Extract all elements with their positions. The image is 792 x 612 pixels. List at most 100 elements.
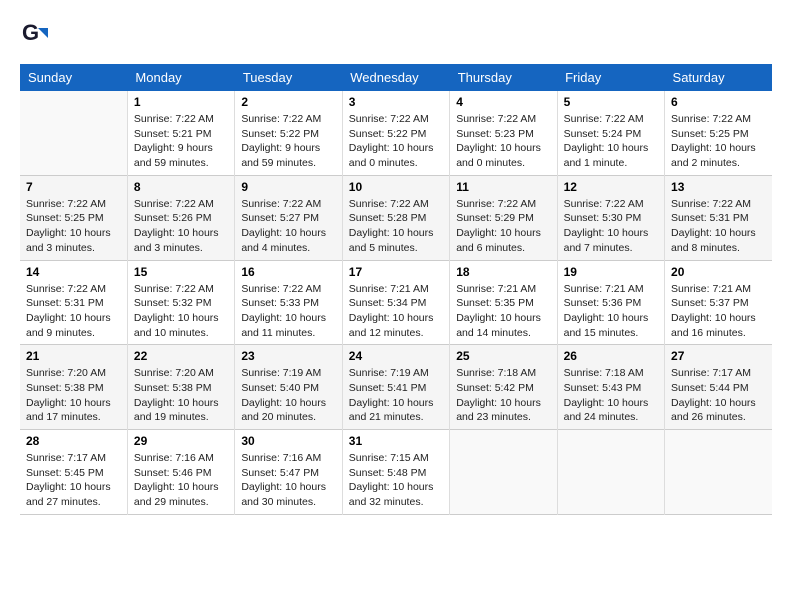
calendar-week-row: 21 Sunrise: 7:20 AMSunset: 5:38 PMDayligh…: [20, 345, 772, 430]
day-number: 2: [241, 95, 335, 109]
day-number: 11: [456, 180, 550, 194]
day-info: Sunrise: 7:22 AMSunset: 5:31 PMDaylight:…: [671, 197, 766, 256]
calendar-cell: 29 Sunrise: 7:16 AMSunset: 5:46 PMDayligh…: [127, 430, 234, 515]
calendar-table: SundayMondayTuesdayWednesdayThursdayFrid…: [20, 64, 772, 515]
weekday-header-saturday: Saturday: [665, 64, 772, 91]
day-number: 21: [26, 349, 121, 363]
calendar-cell: 24 Sunrise: 7:19 AMSunset: 5:41 PMDayligh…: [342, 345, 449, 430]
calendar-cell: [665, 430, 772, 515]
calendar-cell: 15 Sunrise: 7:22 AMSunset: 5:32 PMDayligh…: [127, 260, 234, 345]
day-info: Sunrise: 7:15 AMSunset: 5:48 PMDaylight:…: [349, 451, 443, 510]
day-number: 5: [564, 95, 658, 109]
calendar-week-row: 7 Sunrise: 7:22 AMSunset: 5:25 PMDaylight…: [20, 175, 772, 260]
calendar-cell: 13 Sunrise: 7:22 AMSunset: 5:31 PMDayligh…: [665, 175, 772, 260]
day-number: 12: [564, 180, 658, 194]
calendar-header: SundayMondayTuesdayWednesdayThursdayFrid…: [20, 64, 772, 91]
day-info: Sunrise: 7:22 AMSunset: 5:26 PMDaylight:…: [134, 197, 228, 256]
calendar-cell: 22 Sunrise: 7:20 AMSunset: 5:38 PMDayligh…: [127, 345, 234, 430]
weekday-header-thursday: Thursday: [450, 64, 557, 91]
day-number: 26: [564, 349, 658, 363]
calendar-cell: 18 Sunrise: 7:21 AMSunset: 5:35 PMDayligh…: [450, 260, 557, 345]
day-info: Sunrise: 7:21 AMSunset: 5:37 PMDaylight:…: [671, 282, 766, 341]
logo-icon: G: [20, 20, 48, 48]
day-number: 22: [134, 349, 228, 363]
day-info: Sunrise: 7:22 AMSunset: 5:32 PMDaylight:…: [134, 282, 228, 341]
day-info: Sunrise: 7:22 AMSunset: 5:29 PMDaylight:…: [456, 197, 550, 256]
day-info: Sunrise: 7:16 AMSunset: 5:46 PMDaylight:…: [134, 451, 228, 510]
day-info: Sunrise: 7:22 AMSunset: 5:25 PMDaylight:…: [26, 197, 121, 256]
day-number: 29: [134, 434, 228, 448]
calendar-cell: 5 Sunrise: 7:22 AMSunset: 5:24 PMDaylight…: [557, 91, 664, 175]
calendar-cell: 7 Sunrise: 7:22 AMSunset: 5:25 PMDaylight…: [20, 175, 127, 260]
day-info: Sunrise: 7:21 AMSunset: 5:34 PMDaylight:…: [349, 282, 443, 341]
calendar-cell: 19 Sunrise: 7:21 AMSunset: 5:36 PMDayligh…: [557, 260, 664, 345]
day-number: 30: [241, 434, 335, 448]
day-info: Sunrise: 7:22 AMSunset: 5:24 PMDaylight:…: [564, 112, 658, 171]
calendar-cell: 11 Sunrise: 7:22 AMSunset: 5:29 PMDayligh…: [450, 175, 557, 260]
day-number: 17: [349, 265, 443, 279]
weekday-header-friday: Friday: [557, 64, 664, 91]
day-info: Sunrise: 7:22 AMSunset: 5:30 PMDaylight:…: [564, 197, 658, 256]
day-info: Sunrise: 7:21 AMSunset: 5:35 PMDaylight:…: [456, 282, 550, 341]
day-number: 6: [671, 95, 766, 109]
calendar-cell: 28Sunrise: 7:17 AMSunset: 5:45 PMDayligh…: [20, 430, 127, 515]
weekday-header-tuesday: Tuesday: [235, 64, 342, 91]
day-number: 20: [671, 265, 766, 279]
page-header: G: [20, 20, 772, 48]
weekday-header-row: SundayMondayTuesdayWednesdayThursdayFrid…: [20, 64, 772, 91]
day-info: Sunrise: 7:22 AMSunset: 5:27 PMDaylight:…: [241, 197, 335, 256]
calendar-cell: 30Sunrise: 7:16 AMSunset: 5:47 PMDayligh…: [235, 430, 342, 515]
calendar-cell: 31 Sunrise: 7:15 AMSunset: 5:48 PMDayligh…: [342, 430, 449, 515]
day-info: Sunrise: 7:17 AMSunset: 5:44 PMDaylight:…: [671, 366, 766, 425]
day-number: 4: [456, 95, 550, 109]
day-info: Sunrise: 7:19 AMSunset: 5:41 PMDaylight:…: [349, 366, 443, 425]
calendar-cell: 21 Sunrise: 7:20 AMSunset: 5:38 PMDayligh…: [20, 345, 127, 430]
calendar-cell: 14 Sunrise: 7:22 AMSunset: 5:31 PMDayligh…: [20, 260, 127, 345]
day-number: 7: [26, 180, 121, 194]
day-number: 31: [349, 434, 443, 448]
day-number: 23: [241, 349, 335, 363]
day-info: Sunrise: 7:22 AMSunset: 5:23 PMDaylight:…: [456, 112, 550, 171]
calendar-cell: [557, 430, 664, 515]
calendar-cell: 2 Sunrise: 7:22 AMSunset: 5:22 PMDaylight…: [235, 91, 342, 175]
day-info: Sunrise: 7:22 AMSunset: 5:22 PMDaylight:…: [241, 112, 335, 171]
day-number: 18: [456, 265, 550, 279]
day-info: Sunrise: 7:18 AMSunset: 5:43 PMDaylight:…: [564, 366, 658, 425]
day-info: Sunrise: 7:22 AMSunset: 5:31 PMDaylight:…: [26, 282, 121, 341]
day-number: 15: [134, 265, 228, 279]
day-info: Sunrise: 7:19 AMSunset: 5:40 PMDaylight:…: [241, 366, 335, 425]
calendar-cell: 27Sunrise: 7:17 AMSunset: 5:44 PMDayligh…: [665, 345, 772, 430]
calendar-body: 1Sunrise: 7:22 AMSunset: 5:21 PMDaylight…: [20, 91, 772, 514]
day-info: Sunrise: 7:22 AMSunset: 5:22 PMDaylight:…: [349, 112, 443, 171]
svg-text:G: G: [22, 20, 39, 45]
day-number: 1: [134, 95, 228, 109]
calendar-cell: 8Sunrise: 7:22 AMSunset: 5:26 PMDaylight…: [127, 175, 234, 260]
day-number: 24: [349, 349, 443, 363]
day-info: Sunrise: 7:20 AMSunset: 5:38 PMDaylight:…: [134, 366, 228, 425]
weekday-header-monday: Monday: [127, 64, 234, 91]
day-number: 9: [241, 180, 335, 194]
calendar-week-row: 28Sunrise: 7:17 AMSunset: 5:45 PMDayligh…: [20, 430, 772, 515]
day-number: 19: [564, 265, 658, 279]
day-info: Sunrise: 7:22 AMSunset: 5:28 PMDaylight:…: [349, 197, 443, 256]
calendar-cell: 17 Sunrise: 7:21 AMSunset: 5:34 PMDayligh…: [342, 260, 449, 345]
calendar-cell: 23 Sunrise: 7:19 AMSunset: 5:40 PMDayligh…: [235, 345, 342, 430]
calendar-week-row: 1Sunrise: 7:22 AMSunset: 5:21 PMDaylight…: [20, 91, 772, 175]
day-info: Sunrise: 7:18 AMSunset: 5:42 PMDaylight:…: [456, 366, 550, 425]
calendar-cell: [450, 430, 557, 515]
calendar-cell: 16 Sunrise: 7:22 AMSunset: 5:33 PMDayligh…: [235, 260, 342, 345]
calendar-cell: 12 Sunrise: 7:22 AMSunset: 5:30 PMDayligh…: [557, 175, 664, 260]
calendar-cell: 6 Sunrise: 7:22 AMSunset: 5:25 PMDaylight…: [665, 91, 772, 175]
day-info: Sunrise: 7:21 AMSunset: 5:36 PMDaylight:…: [564, 282, 658, 341]
calendar-cell: 10Sunrise: 7:22 AMSunset: 5:28 PMDayligh…: [342, 175, 449, 260]
day-number: 16: [241, 265, 335, 279]
day-info: Sunrise: 7:22 AMSunset: 5:25 PMDaylight:…: [671, 112, 766, 171]
day-number: 13: [671, 180, 766, 194]
day-info: Sunrise: 7:20 AMSunset: 5:38 PMDaylight:…: [26, 366, 121, 425]
calendar-cell: 20 Sunrise: 7:21 AMSunset: 5:37 PMDayligh…: [665, 260, 772, 345]
day-number: 14: [26, 265, 121, 279]
day-number: 25: [456, 349, 550, 363]
day-info: Sunrise: 7:22 AMSunset: 5:33 PMDaylight:…: [241, 282, 335, 341]
calendar-week-row: 14 Sunrise: 7:22 AMSunset: 5:31 PMDayligh…: [20, 260, 772, 345]
calendar-cell: 1Sunrise: 7:22 AMSunset: 5:21 PMDaylight…: [127, 91, 234, 175]
